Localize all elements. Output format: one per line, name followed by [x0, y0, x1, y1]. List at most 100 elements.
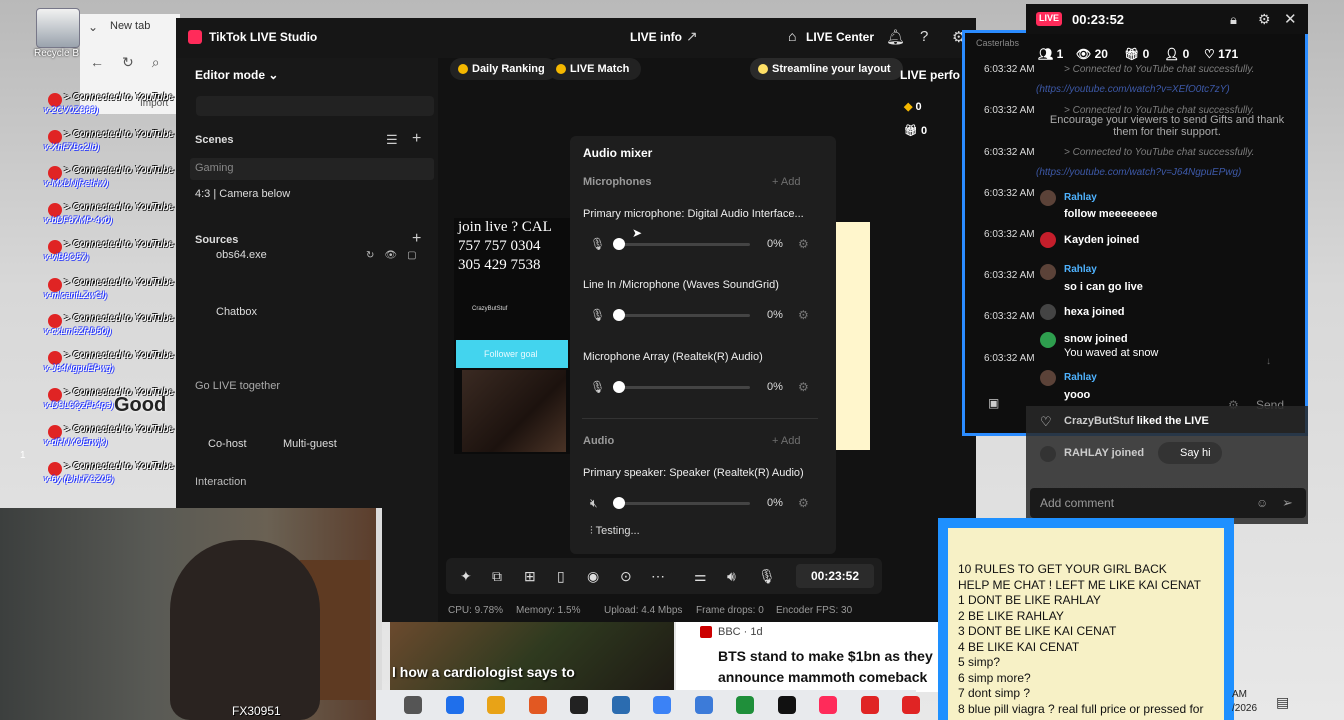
send-arrow-icon[interactable]: ➢: [1282, 495, 1293, 511]
close-icon[interactable]: ✕: [1284, 10, 1297, 28]
add-audio-button[interactable]: + Add: [772, 435, 800, 447]
more-icon[interactable]: ⋯: [651, 568, 665, 585]
obs-icon[interactable]: [570, 696, 588, 714]
help-icon[interactable]: ?: [920, 28, 928, 45]
chat-username[interactable]: Kayden: [1064, 234, 1104, 246]
scroll-down-icon[interactable]: ↓: [1266, 356, 1271, 367]
testing-status[interactable]: ⫶ Testing...: [590, 525, 640, 538]
microphone-icon[interactable]: 🎙︎: [590, 380, 605, 394]
multiguest-button[interactable]: Multi-guest: [283, 438, 337, 450]
editor-mode-dropdown[interactable]: Editor mode ⌄: [195, 68, 278, 82]
device-settings-icon[interactable]: ⚙: [798, 308, 809, 322]
firefox-icon[interactable]: [528, 696, 547, 714]
settings-icon[interactable]: ⚙: [1258, 11, 1271, 28]
cohost-button[interactable]: Co-host: [208, 438, 247, 450]
source-obs[interactable]: obs64.exe: [216, 249, 267, 261]
scene-label-camera[interactable]: 4:3 | Camera below: [195, 188, 290, 200]
add-microphone-button[interactable]: + Add: [772, 176, 800, 188]
overlay-user: v-MxDNjRetHw): [44, 178, 109, 188]
add-source-button[interactable]: +: [412, 230, 421, 248]
avatar: [1040, 446, 1056, 462]
device-settings-icon[interactable]: ⚙: [798, 380, 809, 394]
microphone-icon[interactable]: 🎙︎: [590, 237, 605, 251]
effects-icon[interactable]: ✦: [460, 568, 472, 585]
tiktok-icon[interactable]: [819, 696, 837, 714]
shares-value: 0: [1182, 47, 1190, 61]
twitch-icon[interactable]: ▣: [988, 396, 999, 410]
device-settings-icon[interactable]: ⚙: [798, 496, 809, 510]
gifts-stat: 🎁︎ 0: [1124, 47, 1149, 61]
speaker-muted-icon[interactable]: 🔇︎: [590, 496, 598, 511]
crop-icon[interactable]: ⊞: [524, 568, 536, 585]
volume-slider[interactable]: [618, 314, 750, 317]
outlook-icon[interactable]: [653, 696, 671, 714]
vscode-icon[interactable]: [445, 696, 464, 714]
layout-switcher[interactable]: [196, 96, 434, 116]
recycle-bin-icon[interactable]: [36, 8, 80, 48]
news-image[interactable]: [390, 622, 674, 692]
chevron-down-icon[interactable]: ⌄: [88, 20, 98, 34]
source-chatbox[interactable]: Chatbox: [216, 306, 257, 318]
live-center-button[interactable]: LIVE Center: [806, 30, 874, 44]
chat-username[interactable]: Rahlay: [1064, 264, 1097, 275]
source-controls-icon[interactable]: ↻👁︎▢: [366, 250, 427, 261]
lock-icon[interactable]: 🔒︎: [1230, 12, 1237, 28]
app-icon[interactable]: [404, 696, 422, 714]
browser-nav-icons[interactable]: ←↻⌕: [90, 54, 178, 71]
notification-icon[interactable]: ▤: [1276, 694, 1289, 711]
chat-username[interactable]: Rahlay: [1064, 192, 1097, 203]
live-match-label: LIVE Match: [570, 63, 630, 75]
volume-slider[interactable]: [618, 243, 750, 246]
chat-url-line[interactable]: (https://youtube.com/watch?v=J64NgpuEPwg…: [1036, 167, 1241, 178]
volume-slider-knob[interactable]: [613, 497, 625, 509]
store-icon[interactable]: [611, 696, 630, 714]
live-match-button[interactable]: LIVE Match: [548, 58, 642, 80]
mixer-sliders-icon[interactable]: ⚌: [694, 568, 707, 585]
daily-ranking-button[interactable]: Daily Ranking: [450, 58, 557, 80]
folder-icon[interactable]: [487, 696, 505, 714]
volume-slider[interactable]: [618, 502, 750, 505]
microphone-icon[interactable]: 🎙︎: [590, 308, 605, 322]
live-info-button[interactable]: LIVE info: [630, 30, 682, 44]
volume-slider-knob[interactable]: [613, 309, 625, 321]
copilot-icon[interactable]: [694, 696, 713, 714]
volume-slider-knob[interactable]: [613, 381, 625, 393]
streamline-layout-button[interactable]: Streamline your layout: [750, 58, 903, 80]
chat-timestamp: 6:03:32 AM: [984, 229, 1035, 240]
chat-joined-text: joined: [1106, 234, 1140, 246]
volume-slider-knob[interactable]: [613, 238, 625, 250]
terminal-icon[interactable]: [777, 696, 796, 714]
camera-switch-icon[interactable]: ⊙: [620, 568, 632, 585]
chat-username[interactable]: Rahlay: [1064, 372, 1097, 383]
news-headline-left[interactable]: l how a cardiologist says to: [392, 664, 575, 680]
system-clock[interactable]: AM/2026: [1232, 688, 1257, 716]
bell-icon[interactable]: 🔔︎: [886, 28, 905, 46]
activity-liked-text: liked the LIVE: [1136, 415, 1209, 427]
bbc-headline[interactable]: BTS stand to make $1bn as they announce …: [718, 646, 934, 688]
chat-username[interactable]: snow: [1064, 333, 1092, 345]
microphone-icon[interactable]: 🎙︎: [758, 568, 776, 585]
share-icon[interactable]: ↗: [686, 28, 698, 45]
speaker-icon[interactable]: 🔊︎: [727, 568, 736, 585]
phone-icon[interactable]: ▯: [557, 568, 565, 585]
emoji-icon[interactable]: ☺: [1256, 496, 1268, 510]
record-icon[interactable]: ◉: [587, 568, 599, 585]
home-icon[interactable]: ⌂: [788, 28, 796, 44]
browser-tab[interactable]: New tab: [110, 20, 150, 32]
list-icon[interactable]: ☰: [386, 132, 398, 148]
likes-value: 171: [1218, 47, 1239, 61]
volume-slider[interactable]: [618, 386, 750, 389]
say-hi-button[interactable]: Say hi: [1158, 442, 1222, 464]
add-scene-button[interactable]: +: [412, 130, 421, 148]
chat-url-line[interactable]: (https://youtube.com/watch?v=XEfO0tc7zY): [1036, 84, 1230, 95]
chat-username[interactable]: hexa: [1064, 306, 1089, 318]
device-settings-icon[interactable]: ⚙: [798, 237, 809, 251]
xbox-icon[interactable]: [736, 696, 754, 714]
casterlabs-icon[interactable]: [860, 696, 879, 714]
mixer-device-name: Line In /Microphone (Waves SoundGrid): [583, 279, 779, 291]
overlay-user: v-XhF7Bo2Ib): [44, 142, 100, 152]
microphones-heading: Microphones: [583, 176, 652, 188]
layout-icon[interactable]: ⧉: [492, 568, 502, 585]
casterlabs-icon[interactable]: [902, 696, 920, 714]
activity-user[interactable]: CrazyButStuf: [1064, 415, 1134, 427]
